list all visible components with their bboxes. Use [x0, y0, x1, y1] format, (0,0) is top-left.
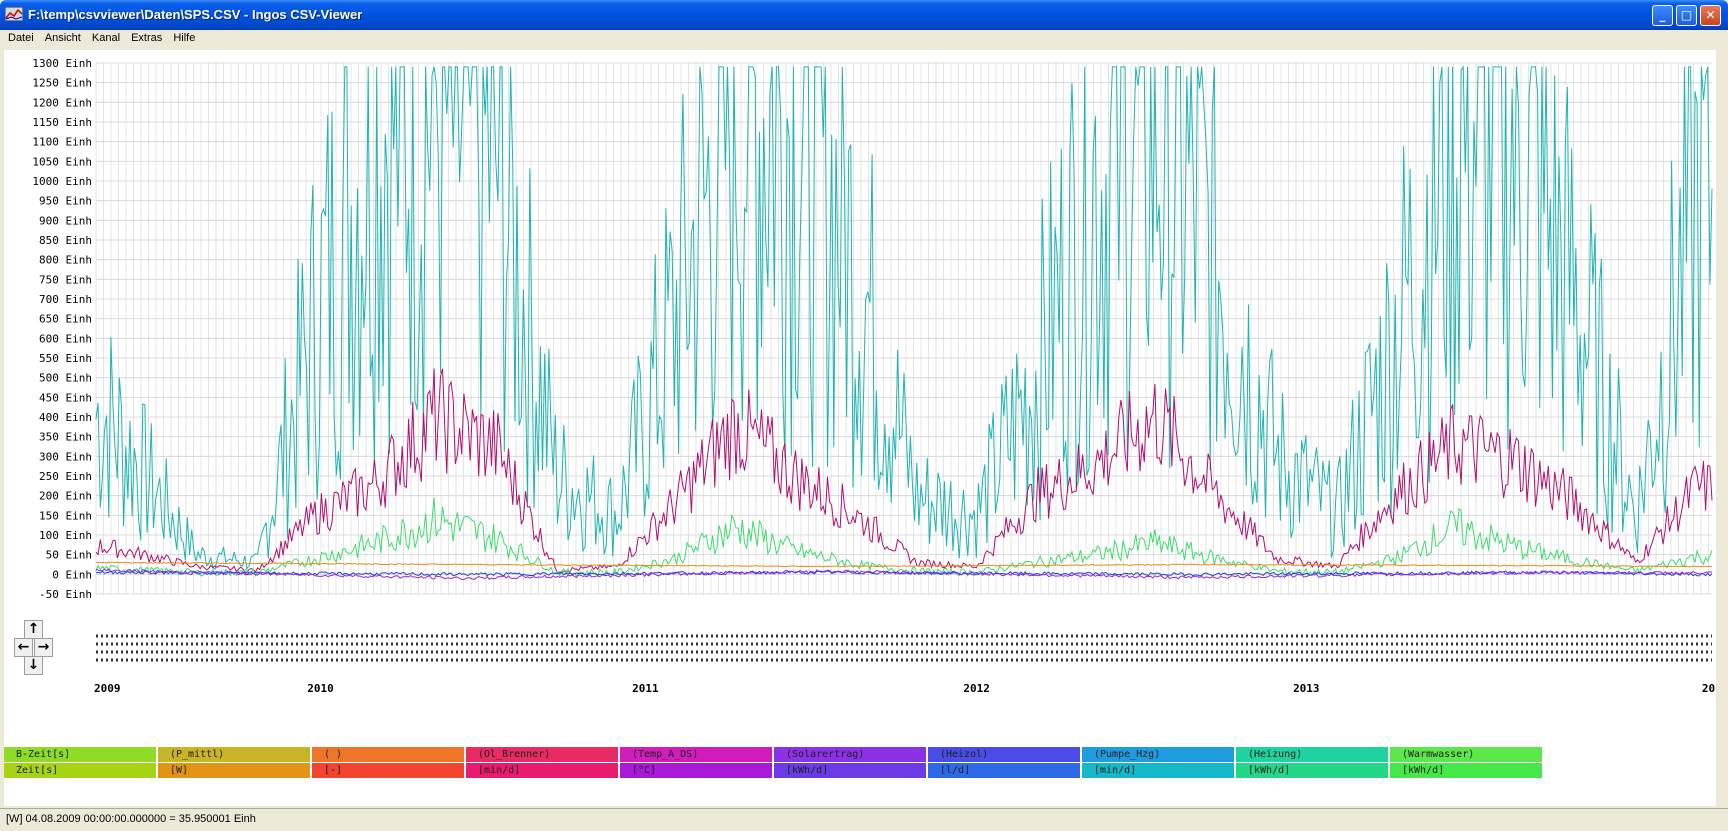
series-line-2 — [95, 497, 1713, 577]
y-tick-label: 1250 Einh — [32, 77, 92, 90]
legend-channel-name-8[interactable]: (Heizung) — [1236, 747, 1388, 762]
legend-channel-unit-3[interactable]: [min/d] — [466, 763, 618, 778]
y-tick-label: 500 Einh — [39, 372, 92, 385]
y-tick-label: 550 Einh — [39, 352, 92, 365]
y-tick-label: 950 Einh — [39, 195, 92, 208]
status-text: [W] 04.08.2009 00:00:00.000000 = 35.9500… — [6, 813, 256, 825]
arrow-left-icon[interactable]: ← — [14, 638, 33, 657]
legend-channel-unit-8[interactable]: [kWh/d] — [1236, 763, 1388, 778]
y-tick-label: -50 Einh — [39, 588, 92, 601]
y-tick-label: 600 Einh — [39, 332, 92, 345]
legend-channel-name-4[interactable]: (Temp_A_DS) — [620, 747, 772, 762]
arrow-right-icon[interactable]: → — [34, 638, 53, 657]
x-tick-label: 2009 — [94, 682, 121, 695]
x-tick-label: 20 — [1702, 682, 1715, 695]
maximize-button[interactable]: □ — [1676, 5, 1697, 26]
y-tick-label: 300 Einh — [39, 450, 92, 463]
legend-channel-unit-2[interactable]: [-] — [312, 763, 464, 778]
legend-channel-unit-6[interactable]: [l/d] — [928, 763, 1080, 778]
y-tick-label: 1050 Einh — [32, 155, 92, 168]
y-tick-label: 900 Einh — [39, 214, 92, 227]
x-tick-label: 2011 — [632, 682, 659, 695]
y-tick-label: 350 Einh — [39, 431, 92, 444]
y-tick-label: 700 Einh — [39, 293, 92, 306]
window-title: F:\temp\csvviewer\Daten\SPS.CSV - Ingos … — [28, 7, 363, 22]
minimize-button[interactable]: _ — [1652, 5, 1673, 26]
legend-channel-unit-9[interactable]: [kWh/d] — [1390, 763, 1542, 778]
legend-channel-name-1[interactable]: (P_mittl) — [158, 747, 310, 762]
y-tick-label: 800 Einh — [39, 254, 92, 267]
legend-channel-name-0[interactable]: B-Zeit[s] — [4, 747, 156, 762]
y-tick-label: 400 Einh — [39, 411, 92, 424]
line-chart[interactable]: 1300 Einh 1250 Einh 1200 Einh 1150 Einh 1100… — [4, 50, 1716, 806]
y-tick-label: 1200 Einh — [32, 96, 92, 109]
legend-channel-name-7[interactable]: (Pumpe_Hzg) — [1082, 747, 1234, 762]
y-tick-label: 0 Einh — [52, 568, 92, 581]
y-tick-label: 450 Einh — [39, 391, 92, 404]
app-icon — [5, 7, 23, 21]
y-tick-label: 1150 Einh — [32, 116, 92, 129]
legend-channel-unit-4[interactable]: [°C] — [620, 763, 772, 778]
plot-area[interactable]: 1300 Einh 1250 Einh 1200 Einh 1150 Einh 1100… — [4, 50, 1716, 806]
arrow-up-icon[interactable]: ↑ — [24, 620, 43, 639]
y-tick-label: 250 Einh — [39, 470, 92, 483]
y-tick-label: 1300 Einh — [32, 57, 92, 70]
legend-channel-unit-5[interactable]: [kWh/d] — [774, 763, 926, 778]
y-tick-label: 1100 Einh — [32, 136, 92, 149]
legend-channel-unit-7[interactable]: [min/d] — [1082, 763, 1234, 778]
menu-datei[interactable]: Datei — [0, 30, 38, 44]
y-tick-label: 650 Einh — [39, 313, 92, 326]
arrow-down-icon[interactable]: ↓ — [24, 656, 43, 675]
x-tick-label: 2010 — [307, 682, 334, 695]
legend-channel-name-9[interactable]: (Warmwasser) — [1390, 747, 1542, 762]
menu-hilfe[interactable]: Hilfe — [169, 30, 199, 44]
y-tick-label: 1000 Einh — [32, 175, 92, 188]
legend-channel-name-2[interactable]: ( ) — [312, 747, 464, 762]
legend-channel-name-3[interactable]: (Ol_Brenner) — [466, 747, 618, 762]
series-line-1 — [95, 368, 1713, 574]
close-button[interactable]: ✕ — [1700, 5, 1721, 26]
y-tick-label: 200 Einh — [39, 490, 92, 503]
menu-bar: Datei Ansicht Kanal Extras Hilfe — [0, 30, 1728, 48]
x-tick-label: 2013 — [1293, 682, 1320, 695]
y-tick-label: 100 Einh — [39, 529, 92, 542]
x-tick-label: 2012 — [963, 682, 990, 695]
menu-ansicht[interactable]: Ansicht — [41, 30, 85, 44]
legend-channel-name-6[interactable]: (Heizol) — [928, 747, 1080, 762]
menu-extras[interactable]: Extras — [127, 30, 166, 44]
vertical-scrollbar[interactable] — [1716, 50, 1728, 806]
legend-channel-unit-0[interactable]: Zeit[s] — [4, 763, 156, 778]
title-bar[interactable]: F:\temp\csvviewer\Daten\SPS.CSV - Ingos … — [0, 0, 1728, 30]
legend-channel-name-5[interactable]: (Solarertrag) — [774, 747, 926, 762]
y-tick-label: 850 Einh — [39, 234, 92, 247]
y-tick-label: 750 Einh — [39, 273, 92, 286]
status-bar: [W] 04.08.2009 00:00:00.000000 = 35.9500… — [0, 808, 1728, 831]
menu-kanal[interactable]: Kanal — [88, 30, 124, 44]
legend-channel-unit-1[interactable]: [W] — [158, 763, 310, 778]
series-line-3 — [95, 561, 1713, 568]
y-tick-label: 50 Einh — [46, 549, 92, 562]
y-tick-label: 150 Einh — [39, 509, 92, 522]
